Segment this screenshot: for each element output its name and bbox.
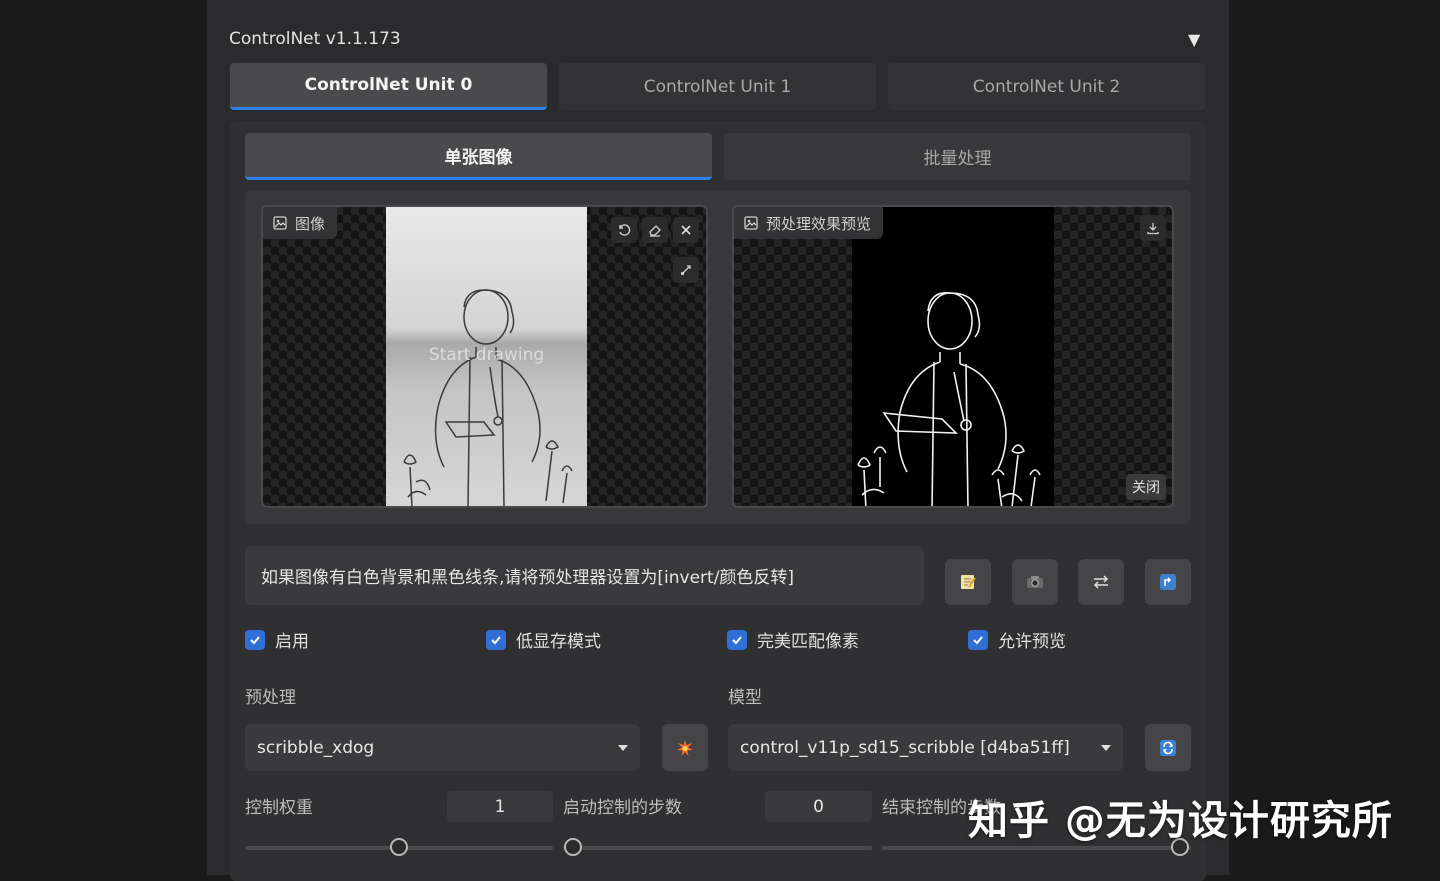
tab-unit-2[interactable]: ControlNet Unit 2 [888,63,1205,110]
checkbox-label: 启用 [275,632,309,652]
clear-button[interactable] [673,217,699,243]
tab-single-image[interactable]: 单张图像 [245,133,712,180]
image-icon [273,216,287,230]
model-select[interactable]: control_v11p_sd15_scribble [d4ba51ff] [728,724,1123,771]
preview-image [852,207,1054,506]
xdog-drawing [857,292,1041,506]
checkbox-checked-icon [968,629,988,650]
panel-title: ControlNet v1.1.173 [229,29,401,49]
checkbox-label: 完美匹配像素 [757,632,859,652]
preview-label-text: 预处理效果预览 [766,214,872,233]
collapse-icon[interactable]: ▼ [1188,30,1200,49]
start-step-input[interactable]: 0 [765,791,872,822]
checkbox-checked-icon [486,629,506,650]
image-label: 图像 [263,207,338,239]
image-icon [744,216,758,230]
low-vram-checkbox[interactable]: 低显存模式 [486,627,601,652]
preprocessor-select[interactable]: scribble_xdog [245,724,640,771]
invert-hint: 如果图像有白色背景和黑色线条,请将预处理器设置为[invert/颜色反转] [245,546,924,605]
control-weight-thumb[interactable] [390,838,408,856]
checkbox-label: 低显存模式 [516,632,601,652]
start-drawing-hint: Start drawing [428,345,545,365]
refresh-models-button[interactable] [1145,724,1191,771]
input-image-canvas[interactable]: 图像 Start drawing [261,205,708,508]
end-step-slider[interactable] [882,846,1191,850]
control-weight-label: 控制权重 [245,798,313,818]
mirror-webcam-button[interactable] [1078,559,1124,605]
undo-button[interactable] [611,217,637,243]
download-button[interactable] [1140,215,1166,241]
swap-arrows-icon [1093,575,1109,589]
image-label-text: 图像 [295,214,326,233]
start-step-thumb[interactable] [564,838,582,856]
checkbox-checked-icon [727,629,747,650]
preview-image-canvas: 预处理效果预览 关闭 [732,205,1174,508]
watermark: 知乎 @无为设计研究所 [968,798,1393,844]
eraser-button[interactable] [642,217,668,243]
tab-batch[interactable]: 批量处理 [724,133,1191,180]
chevron-down-icon [618,744,628,751]
download-icon [1147,223,1159,235]
preprocessor-label: 预处理 [245,688,296,708]
undo-icon [619,224,631,236]
explosion-icon [677,739,693,756]
webcam-button[interactable] [1012,559,1058,605]
allow-preview-checkbox[interactable]: 允许预览 [968,627,1066,652]
checkbox-label: 允许预览 [998,632,1066,652]
brush-icon [680,265,691,276]
arrow-up-icon [1160,574,1176,590]
chevron-down-icon [1101,744,1111,751]
tab-unit-0[interactable]: ControlNet Unit 0 [230,63,547,110]
send-dimensions-button[interactable] [1145,559,1191,605]
preprocessor-value: scribble_xdog [257,737,375,758]
pixel-perfect-checkbox[interactable]: 完美匹配像素 [727,627,859,652]
new-canvas-button[interactable] [945,559,991,605]
eraser-icon [649,225,661,237]
model-value: control_v11p_sd15_scribble [d4ba51ff] [740,737,1070,758]
brush-button[interactable] [673,257,699,283]
memo-icon [961,575,976,589]
start-step-slider[interactable] [563,846,872,850]
start-step-label: 启动控制的步数 [563,798,682,818]
refresh-icon [1160,739,1176,756]
model-label: 模型 [728,688,762,708]
preview-label: 预处理效果预览 [734,207,884,239]
run-preprocessor-button[interactable] [662,724,708,771]
close-icon [681,225,691,235]
enable-checkbox[interactable]: 启用 [245,627,309,652]
camera-icon [1027,576,1043,588]
checkbox-checked-icon [245,629,265,650]
close-preview-button[interactable]: 关闭 [1126,474,1166,500]
tab-unit-1[interactable]: ControlNet Unit 1 [559,63,876,110]
control-weight-input[interactable]: 1 [447,791,553,822]
